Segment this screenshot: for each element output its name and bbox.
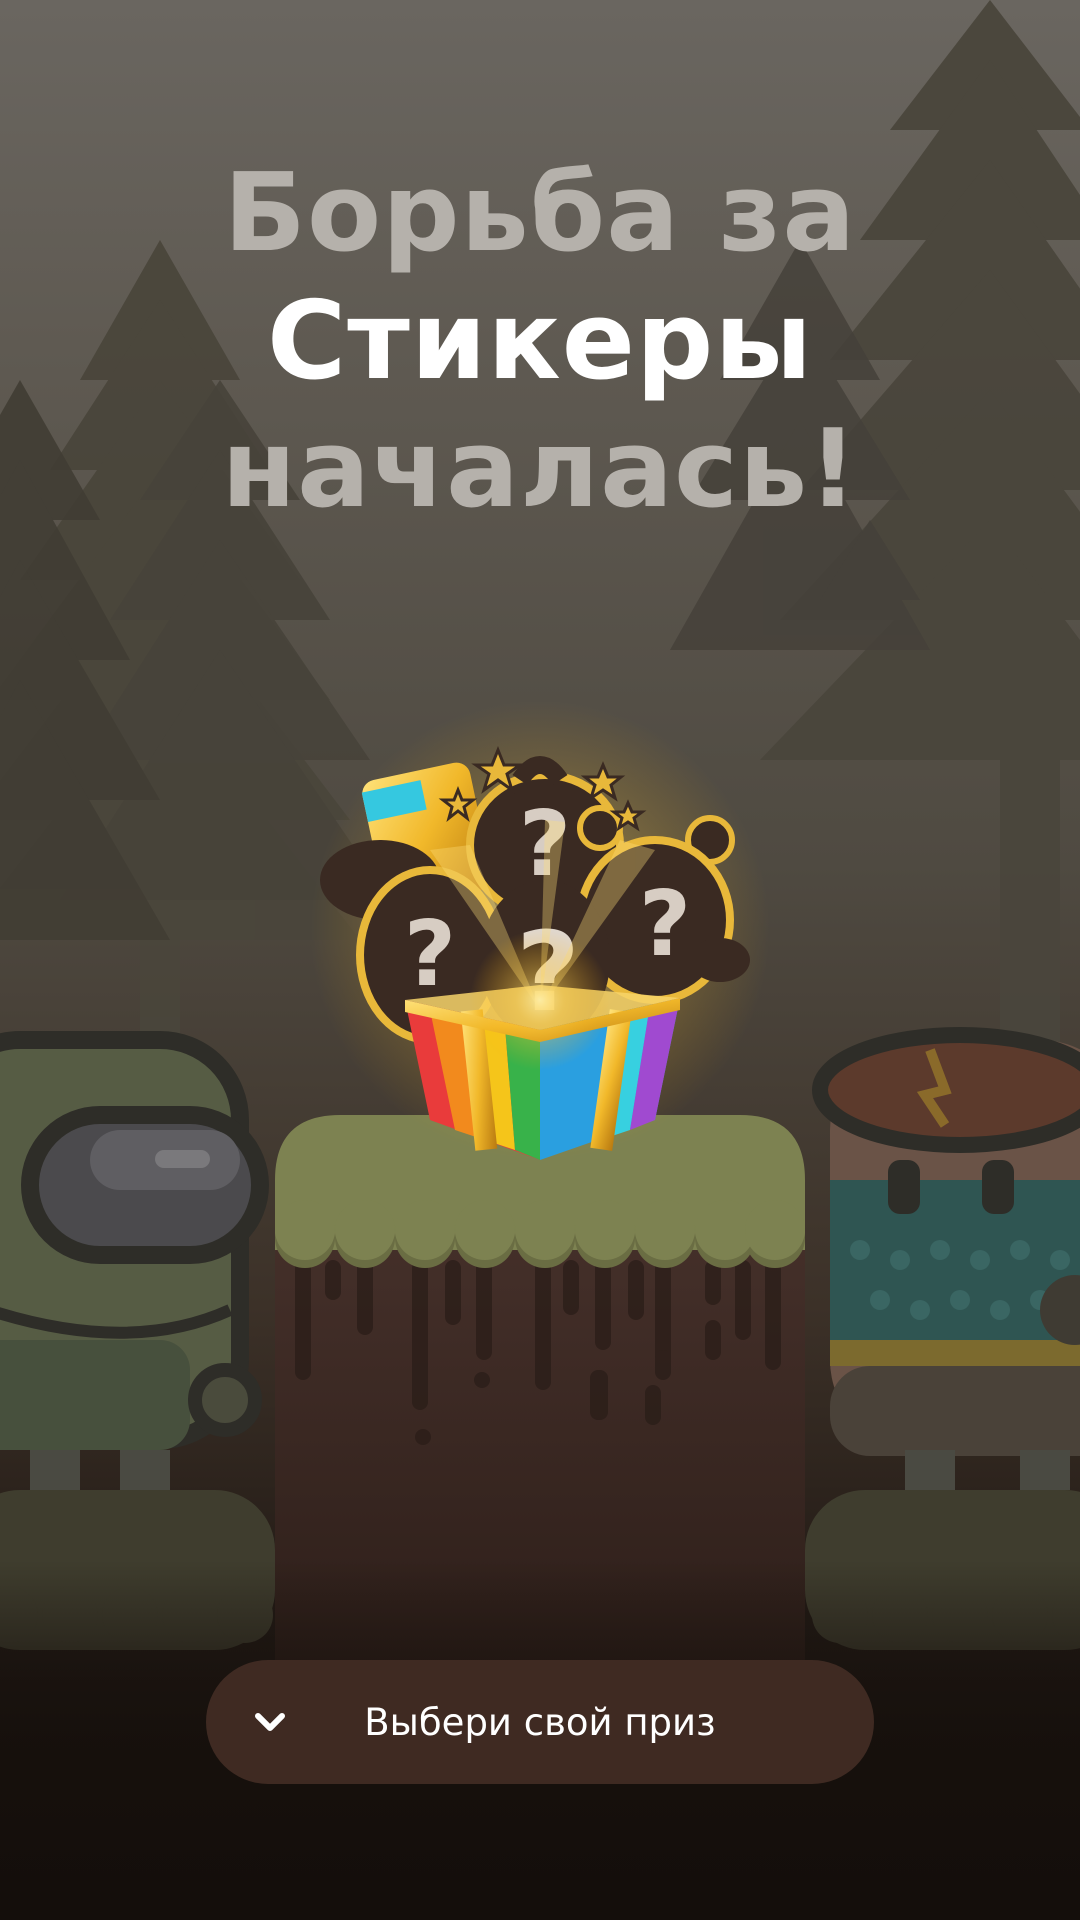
masked-character bbox=[812, 1027, 1080, 1490]
svg-text:?: ? bbox=[404, 902, 456, 1007]
chevron-down-icon bbox=[246, 1698, 294, 1746]
green-character bbox=[0, 1031, 269, 1490]
choose-prize-label: Выбери свой приз bbox=[364, 1700, 716, 1744]
mystery-prize-box[interactable]: ? ? ? ? bbox=[310, 700, 770, 1160]
headline-line-2: Стикеры bbox=[266, 279, 814, 404]
choose-prize-button[interactable]: Выбери свой приз bbox=[206, 1660, 874, 1784]
headline: Борьба за Стикеры началась! bbox=[0, 150, 1080, 534]
headline-line-3: началась! bbox=[221, 407, 859, 532]
headline-line-1: Борьба за bbox=[223, 151, 857, 276]
svg-text:?: ? bbox=[639, 872, 691, 977]
game-screen: ? ? ? ? bbox=[0, 0, 1080, 1920]
